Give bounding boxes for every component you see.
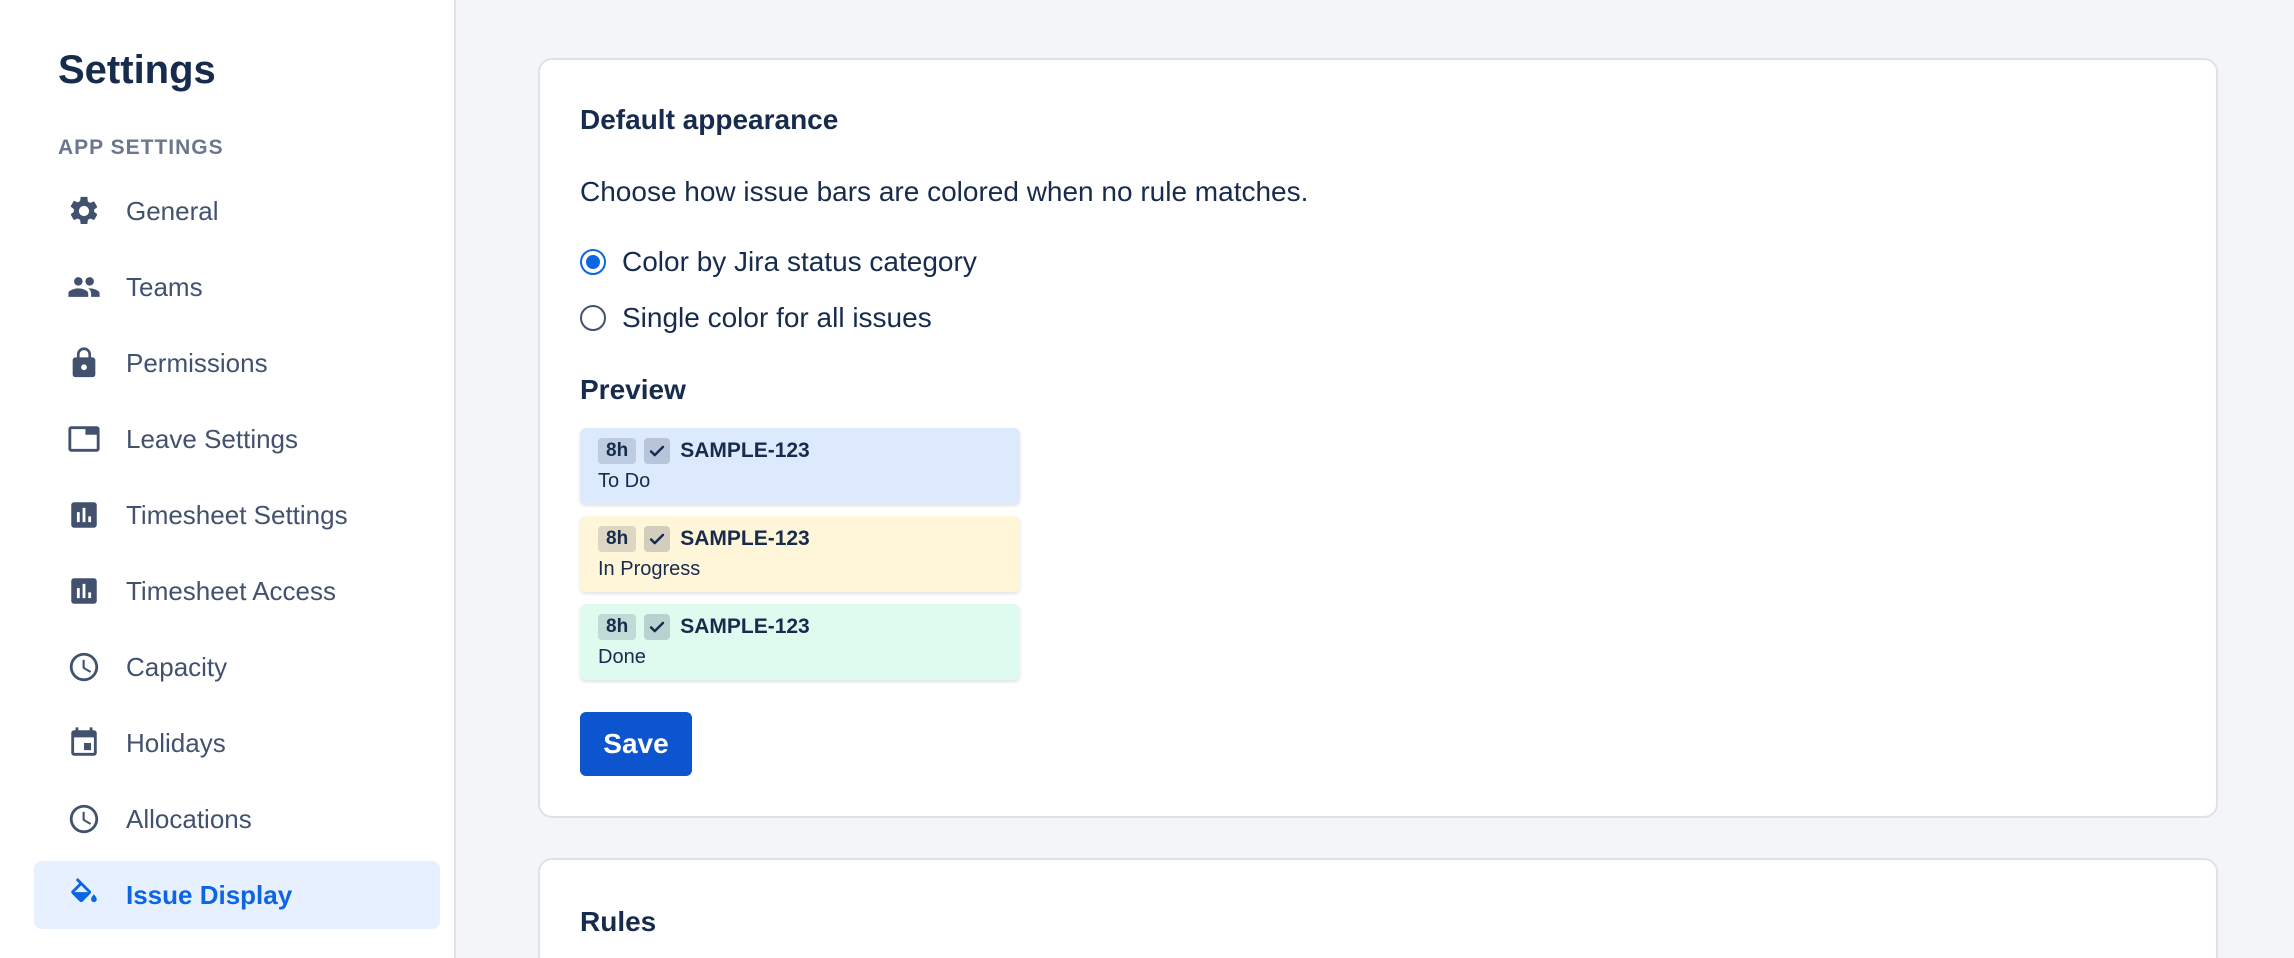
sidebar-item-general[interactable]: General [34,177,440,245]
card-title: Rules [580,906,657,937]
clock-icon [66,649,102,685]
tab-window-icon [66,421,102,457]
sidebar-item-holidays[interactable]: Holidays [34,709,440,777]
sidebar-item-issue-display[interactable]: Issue Display [34,861,440,929]
preview-bar-done: 8h SAMPLE-123 Done [580,604,1020,680]
sidebar-item-label: Capacity [126,651,228,682]
bar-chart-icon [66,573,102,609]
sidebar-item-label: Teams [126,271,203,302]
hours-chip: 8h [598,438,637,464]
radio-button[interactable] [580,305,606,331]
calendar-icon [66,725,102,761]
people-icon [66,269,102,305]
clock-icon [66,801,102,837]
checkbox-icon [644,438,671,464]
sidebar-item-label: Holidays [126,727,226,758]
sidebar-item-label: Permissions [126,347,268,378]
preview-bars: 8h SAMPLE-123 To Do 8h SAMPLE-123 In Pro… [580,428,1020,692]
paint-bucket-icon [66,877,102,913]
description-text: Choose how issue bars are colored when n… [580,176,1309,207]
checkbox-icon [644,614,671,640]
sidebar-item-timesheet-access[interactable]: Timesheet Access [34,557,440,625]
issue-status: In Progress [598,558,701,580]
section-label-app-settings: APP SETTINGS [58,136,224,159]
sidebar-item-label: Allocations [126,803,252,834]
rules-card: Rules [538,858,2218,958]
page-title: Settings [58,48,216,92]
sidebar-item-allocations[interactable]: Allocations [34,785,440,853]
sidebar: Settings APP SETTINGS General Teams Perm… [0,0,456,958]
radio-label: Single color for all issues [622,302,932,333]
sidebar-item-label: Leave Settings [126,423,299,454]
sidebar-item-capacity[interactable]: Capacity [34,633,440,701]
sidebar-item-leave-settings[interactable]: Leave Settings [34,405,440,473]
radio-button-checked[interactable] [580,249,606,275]
bar-chart-icon [66,497,102,533]
preview-title: Preview [580,374,686,405]
save-button[interactable]: Save [580,712,692,776]
settings-nav: General Teams Permissions Leave Settings… [34,177,440,937]
issue-key: SAMPLE-123 [680,615,810,638]
hours-chip: 8h [598,614,637,640]
sidebar-item-timesheet-settings[interactable]: Timesheet Settings [34,481,440,549]
gear-icon [66,193,102,229]
sidebar-item-label: Timesheet Access [126,575,337,606]
issue-key: SAMPLE-123 [680,527,810,550]
radio-single-color[interactable]: Single color for all issues [580,302,932,334]
radio-label: Color by Jira status category [622,246,977,277]
checkbox-icon [644,526,671,552]
sidebar-item-label: General [126,195,219,226]
issue-status: To Do [598,470,651,492]
lock-icon [66,345,102,381]
card-title: Default appearance [580,104,839,135]
sidebar-item-label: Issue Display [126,879,293,910]
preview-bar-in-progress: 8h SAMPLE-123 In Progress [580,516,1020,592]
hours-chip: 8h [598,526,637,552]
issue-key: SAMPLE-123 [680,439,810,462]
issue-status: Done [598,646,646,668]
sidebar-item-permissions[interactable]: Permissions [34,329,440,397]
sidebar-item-label: Timesheet Settings [126,499,348,530]
sidebar-item-teams[interactable]: Teams [34,253,440,321]
radio-color-by-status[interactable]: Color by Jira status category [580,246,977,278]
preview-bar-todo: 8h SAMPLE-123 To Do [580,428,1020,504]
default-appearance-card: Default appearance Choose how issue bars… [538,58,2218,818]
